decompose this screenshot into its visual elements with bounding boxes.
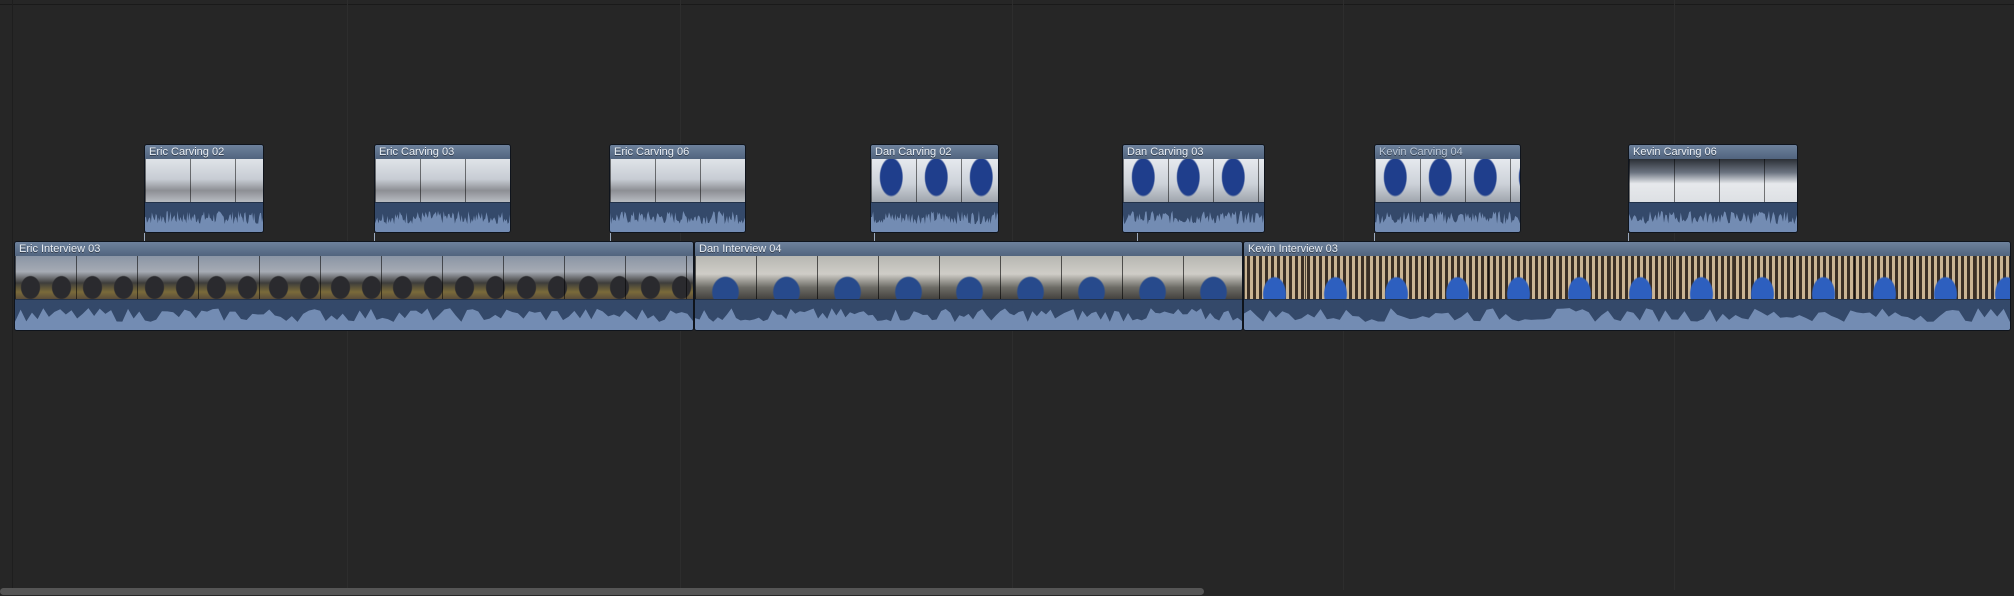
- clip-filmstrip: [1629, 159, 1797, 204]
- clip-audio-waveform: [871, 202, 998, 232]
- clip-filmstrip: [695, 256, 1242, 301]
- clip-title: Kevin Carving 06: [1633, 146, 1717, 158]
- clip-header: Eric Carving 03: [375, 145, 510, 160]
- timeline-panel[interactable]: Eric Carving 02 Eric Carving 03 Eric Car…: [0, 0, 2014, 596]
- clip-title: Kevin Carving 04: [1379, 146, 1463, 158]
- clip-header: Kevin Carving 04: [1375, 145, 1520, 160]
- clip-header: Dan Carving 03: [1123, 145, 1264, 160]
- clip-title: Eric Carving 06: [614, 146, 690, 158]
- primary-clip-kevin-interview-03[interactable]: Kevin Interview 03: [1243, 241, 2011, 331]
- clip-filmstrip: [871, 159, 998, 204]
- clip-audio-waveform: [1123, 202, 1264, 232]
- connected-clip-kevin-carving-06[interactable]: Kevin Carving 06: [1628, 144, 1798, 233]
- clip-header: Kevin Carving 06: [1629, 145, 1797, 160]
- clip-title: Kevin Interview 03: [1248, 243, 1338, 255]
- clip-title: Dan Carving 02: [875, 146, 952, 158]
- clip-filmstrip: [15, 256, 693, 301]
- clip-filmstrip: [1375, 159, 1520, 204]
- connected-clip-dan-carving-02[interactable]: Dan Carving 02: [870, 144, 999, 233]
- clip-title: Eric Carving 03: [379, 146, 455, 158]
- clip-title: Dan Carving 03: [1127, 146, 1204, 158]
- clip-audio-waveform: [1629, 202, 1797, 232]
- clip-header: Eric Carving 06: [610, 145, 745, 160]
- clip-header: Dan Carving 02: [871, 145, 998, 160]
- clip-filmstrip: [610, 159, 745, 204]
- clip-title: Eric Carving 02: [149, 146, 225, 158]
- clip-audio-waveform: [1244, 299, 2010, 330]
- connected-clip-eric-carving-02[interactable]: Eric Carving 02: [144, 144, 264, 233]
- primary-clip-eric-interview-03[interactable]: Eric Interview 03: [14, 241, 694, 331]
- clip-title: Eric Interview 03: [19, 243, 101, 255]
- clip-audio-waveform: [375, 202, 510, 232]
- clip-header: Eric Interview 03: [15, 242, 693, 257]
- connected-clip-eric-carving-03[interactable]: Eric Carving 03: [374, 144, 511, 233]
- connected-clip-eric-carving-06[interactable]: Eric Carving 06: [609, 144, 746, 233]
- clip-audio-waveform: [1375, 202, 1520, 232]
- clip-header: Kevin Interview 03: [1244, 242, 2010, 257]
- clip-audio-waveform: [695, 299, 1242, 330]
- horizontal-scrollbar[interactable]: [0, 588, 1204, 595]
- clip-header: Dan Interview 04: [695, 242, 1242, 257]
- clip-audio-waveform: [145, 202, 263, 232]
- primary-clip-dan-interview-04[interactable]: Dan Interview 04: [694, 241, 1243, 331]
- ruler-divider: [0, 4, 2014, 5]
- clip-title: Dan Interview 04: [699, 243, 782, 255]
- clip-audio-waveform: [610, 202, 745, 232]
- connected-clip-dan-carving-03[interactable]: Dan Carving 03: [1122, 144, 1265, 233]
- clip-filmstrip: [145, 159, 263, 204]
- clip-audio-waveform: [15, 299, 693, 330]
- timeline-left-edge: [12, 0, 13, 590]
- clip-header: Eric Carving 02: [145, 145, 263, 160]
- connected-clip-kevin-carving-04[interactable]: Kevin Carving 04: [1374, 144, 1521, 233]
- clip-filmstrip: [1244, 256, 2010, 301]
- clip-filmstrip: [1123, 159, 1264, 204]
- clip-filmstrip: [375, 159, 510, 204]
